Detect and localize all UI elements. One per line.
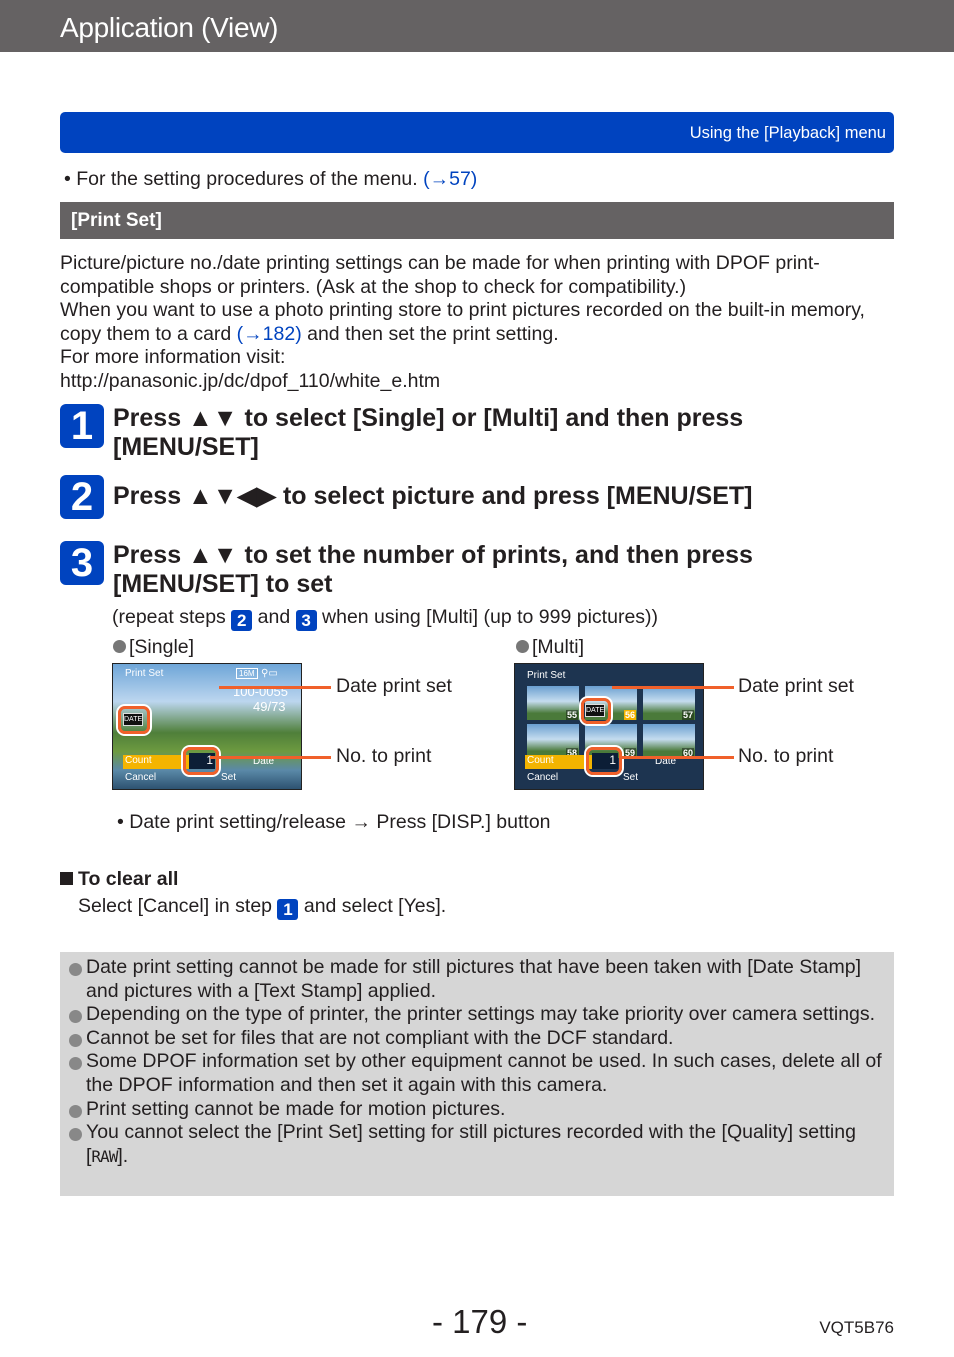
callout-no-to-print: No. to print <box>336 745 432 767</box>
single-label-text: [Single] <box>129 636 195 658</box>
thumb-number: 55 <box>565 710 578 720</box>
note-text: Date print setting cannot be made for st… <box>86 956 862 1002</box>
clear-post: and select [Yes]. <box>298 895 447 917</box>
thumbnail[interactable]: 57 <box>643 686 695 720</box>
count-highlight-ring <box>183 747 219 775</box>
page-header: Application (View) <box>0 0 954 52</box>
bullet-icon <box>69 1057 82 1071</box>
info-url[interactable]: http://panasonic.jp/dc/dpof_110/white_e.… <box>60 370 890 394</box>
raw-quality-icon: RAW <box>91 1146 118 1166</box>
disp-button-note: • Date print setting/release → Press [DI… <box>117 811 551 833</box>
setting-procedure-note: • For the setting procedures of the menu… <box>64 168 477 191</box>
intro-line-3: For more information visit: <box>60 346 286 368</box>
bullet-icon <box>69 1104 82 1118</box>
repeat-mid: and <box>252 606 296 628</box>
step-text: Press ▲▼◀▶ to select picture and press [… <box>113 482 753 510</box>
note-text: • For the setting procedures of the menu… <box>64 168 424 190</box>
step-badge-1: 1 <box>277 899 299 920</box>
section-banner: Using the [Playback] menu <box>60 112 894 153</box>
step-number-badge: 2 <box>60 475 104 519</box>
battery-icon: ⚲▭ <box>261 668 278 679</box>
intro-line-2-post: and then set the print setting. <box>301 322 559 345</box>
page-link-57[interactable]: (→57) <box>423 168 477 190</box>
step-text: Press ▲▼ to select [Single] or [Multi] a… <box>113 404 744 461</box>
repeat-note: (repeat steps 2 and 3 when using [Multi]… <box>112 606 658 631</box>
intro-line-1: Picture/picture no./date printing settin… <box>60 252 820 298</box>
repeat-pre: (repeat steps <box>112 606 232 628</box>
step-text: Press ▲▼ to set the number of prints, an… <box>113 541 753 598</box>
bullet-icon <box>69 963 82 976</box>
screen-title: Print Set <box>125 668 164 679</box>
clear-all-title: To clear all <box>78 868 179 890</box>
section-title: [Print Set] <box>60 202 894 239</box>
callout-line <box>210 756 331 759</box>
thumbnail[interactable]: 55 <box>527 686 579 720</box>
intro-text: Picture/picture no./date printing settin… <box>60 252 890 393</box>
page-number: - 179 - <box>432 1303 528 1340</box>
callout-line <box>219 686 331 689</box>
callout-line <box>620 756 734 759</box>
set-label: Set <box>623 772 639 783</box>
note-text: Some DPOF information set by other equip… <box>86 1050 882 1096</box>
note-text: You cannot select the [Print Set] settin… <box>86 1121 856 1167</box>
thumbnail[interactable]: 58 <box>527 724 579 758</box>
clear-all-heading: To clear all <box>60 868 178 891</box>
note-item: You cannot select the [Print Set] settin… <box>69 1121 894 1168</box>
callout-date-print-set: Date print set <box>336 675 452 697</box>
note-item: Some DPOF information set by other equip… <box>69 1050 894 1097</box>
repeat-post: when using [Multi] (up to 999 pictures)) <box>316 606 659 628</box>
note-item: Depending on the type of printer, the pr… <box>69 1003 894 1027</box>
count-highlight-ring <box>586 747 622 775</box>
cancel-label: Cancel <box>125 772 157 783</box>
cancel-label: Cancel <box>527 772 559 783</box>
step-number-badge: 1 <box>60 404 104 448</box>
note-text: Depending on the type of printer, the pr… <box>86 1003 876 1026</box>
step-badge-3: 3 <box>295 610 317 631</box>
multi-label-text: [Multi] <box>532 636 585 658</box>
note-text-end: ]. <box>117 1144 129 1167</box>
frame-counter: 49/73 <box>253 699 286 714</box>
thumbnail[interactable]: 60 <box>643 724 695 758</box>
bullet-icon <box>69 1033 82 1047</box>
single-mode-label: [Single] <box>113 636 194 659</box>
callout-line <box>612 686 734 689</box>
bullet-icon <box>69 1010 82 1024</box>
step-badge-2: 2 <box>231 610 253 631</box>
page-link-182[interactable]: (→182) <box>237 323 302 345</box>
single-screen: Print Set 16M ⚲▭ 100-0055 49/73 DATE Cou… <box>112 663 302 790</box>
note-item: Date print setting cannot be made for st… <box>69 956 894 1003</box>
note-text: Print setting cannot be made for motion … <box>86 1097 506 1120</box>
thumb-number: 56 <box>623 710 636 720</box>
breadcrumb[interactable]: Using the [Playback] menu <box>690 124 886 143</box>
document-code: VQT5B76 <box>819 1318 894 1337</box>
multi-screen: Print Set 55 56 57 58 59 60 DATE Count 1… <box>514 663 704 790</box>
note-text: Cannot be set for files that are not com… <box>86 1026 674 1049</box>
clear-pre: Select [Cancel] in step <box>78 895 278 917</box>
square-bullet-icon <box>60 872 73 885</box>
step-number-badge: 3 <box>60 541 104 585</box>
set-label: Set <box>221 772 237 783</box>
callout-no-to-print: No. to print <box>738 745 834 767</box>
notes-box: Date print setting cannot be made for st… <box>60 952 894 1196</box>
multi-mode-label: [Multi] <box>516 636 584 659</box>
size-badge: 16M <box>236 668 258 679</box>
header-title: Application (View) <box>60 12 279 43</box>
date-highlight-ring <box>581 698 611 724</box>
intro-line-2: When you want to use a photo printing st… <box>60 299 890 346</box>
screen-title: Print Set <box>527 670 566 681</box>
date-highlight-ring <box>118 706 150 734</box>
thumb-number: 57 <box>681 710 694 720</box>
note-item: Cannot be set for files that are not com… <box>69 1027 894 1051</box>
count-label: Count <box>525 755 595 769</box>
callout-date-print-set: Date print set <box>738 675 854 697</box>
bullet-icon <box>516 640 529 653</box>
bullet-icon <box>113 640 126 653</box>
bullet-icon <box>69 1128 82 1142</box>
clear-all-instructions: Select [Cancel] in step 1 and select [Ye… <box>78 895 446 920</box>
note-item: Print setting cannot be made for motion … <box>69 1098 894 1122</box>
